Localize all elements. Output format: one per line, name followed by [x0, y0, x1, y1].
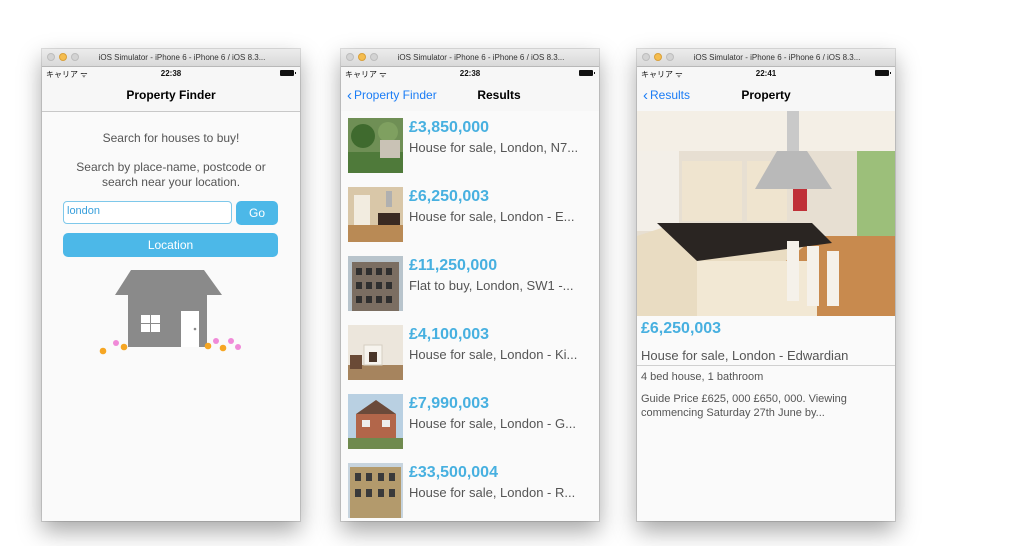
- property-thumbnail: [348, 463, 403, 518]
- battery-icon: [280, 70, 296, 76]
- navigation-bar: ‹ Property Finder Results: [341, 80, 599, 112]
- result-title: House for sale, London - G...: [409, 416, 576, 431]
- property-thumbnail: [348, 118, 403, 173]
- result-price: £7,990,003: [409, 395, 490, 412]
- page-title: Results: [477, 88, 521, 102]
- search-input[interactable]: london: [63, 201, 232, 224]
- result-title: House for sale, London - E...: [409, 209, 575, 224]
- status-time: 22:41: [755, 69, 777, 78]
- window-zoom-button[interactable]: [71, 53, 79, 61]
- property-rooms: 4 bed house, 1 bathroom: [641, 371, 764, 383]
- window-close-button[interactable]: [642, 53, 650, 61]
- property-title: House for sale, London - Edwardian: [641, 348, 849, 363]
- navigation-bar: Property Finder: [42, 80, 300, 112]
- location-button[interactable]: Location: [63, 233, 278, 257]
- simulator-window-property: iOS Simulator - iPhone 6 - iPhone 6 / iO…: [637, 49, 895, 521]
- property-thumbnail: [348, 256, 403, 311]
- window-minimize-button[interactable]: [59, 53, 67, 61]
- divider: [637, 365, 895, 366]
- window-titlebar: iOS Simulator - iPhone 6 - iPhone 6 / iO…: [42, 49, 300, 67]
- status-time: 22:38: [160, 69, 182, 78]
- window-zoom-button[interactable]: [666, 53, 674, 61]
- list-item[interactable]: £7,990,003 House for sale, London - G...: [341, 387, 599, 457]
- result-price: £11,250,000: [409, 257, 498, 274]
- go-button[interactable]: Go: [236, 201, 278, 225]
- result-title: House for sale, London - Ki...: [409, 347, 578, 362]
- status-bar: キャリア ᯤ 22:38: [42, 67, 300, 80]
- property-photo: [637, 111, 895, 316]
- status-bar: キャリア ᯤ 22:41: [637, 67, 895, 80]
- battery-icon: [579, 70, 595, 76]
- property-price: £6,250,003: [641, 320, 722, 337]
- result-price: £4,100,003: [409, 326, 490, 343]
- property-summary: Guide Price £625, 000 £650, 000. Viewing…: [641, 393, 847, 419]
- result-price: £6,250,003: [409, 188, 490, 205]
- status-time: 22:38: [459, 69, 481, 78]
- result-title: House for sale, London - R...: [409, 485, 576, 500]
- property-thumbnail: [348, 187, 403, 242]
- property-thumbnail: [348, 394, 403, 449]
- status-bar: キャリア ᯤ 22:38: [341, 67, 599, 80]
- window-minimize-button[interactable]: [654, 53, 662, 61]
- battery-icon: [875, 70, 891, 76]
- result-price: £3,850,000: [409, 119, 490, 136]
- list-item[interactable]: £11,250,000 Flat to buy, London, SW1 -..…: [341, 249, 599, 319]
- list-item[interactable]: £6,250,003 House for sale, London - E...: [341, 180, 599, 250]
- window-zoom-button[interactable]: [370, 53, 378, 61]
- page-title: Property: [741, 88, 791, 102]
- simulator-window-results: iOS Simulator - iPhone 6 - iPhone 6 / iO…: [341, 49, 599, 521]
- chevron-left-icon: ‹: [347, 87, 352, 104]
- result-title: House for sale, London, N7...: [409, 140, 579, 155]
- result-title: Flat to buy, London, SW1 -...: [409, 278, 574, 293]
- result-price: £33,500,004: [409, 464, 498, 481]
- simulator-window-search: iOS Simulator - iPhone 6 - iPhone 6 / iO…: [42, 49, 300, 521]
- window-title: iOS Simulator - iPhone 6 - iPhone 6 / iO…: [397, 53, 565, 62]
- window-close-button[interactable]: [346, 53, 354, 61]
- property-thumbnail: [348, 325, 403, 380]
- house-illustration: [99, 270, 241, 355]
- window-close-button[interactable]: [47, 53, 55, 61]
- window-titlebar: iOS Simulator - iPhone 6 - iPhone 6 / iO…: [637, 49, 895, 67]
- navigation-bar: ‹ Results Property: [637, 80, 895, 112]
- window-title: iOS Simulator - iPhone 6 - iPhone 6 / iO…: [693, 53, 861, 62]
- intro-text: Search for houses to buy!: [102, 131, 240, 145]
- window-minimize-button[interactable]: [358, 53, 366, 61]
- window-titlebar: iOS Simulator - iPhone 6 - iPhone 6 / iO…: [341, 49, 599, 67]
- window-title: iOS Simulator - iPhone 6 - iPhone 6 / iO…: [98, 53, 266, 62]
- list-item[interactable]: £3,850,000 House for sale, London, N7...: [341, 111, 599, 181]
- page-title: Property Finder: [126, 88, 216, 102]
- list-item[interactable]: £33,500,004 House for sale, London - R..…: [341, 456, 599, 521]
- list-item[interactable]: £4,100,003 House for sale, London - Ki..…: [341, 318, 599, 388]
- instructions-text: Search by place-name, postcode or search…: [76, 160, 266, 189]
